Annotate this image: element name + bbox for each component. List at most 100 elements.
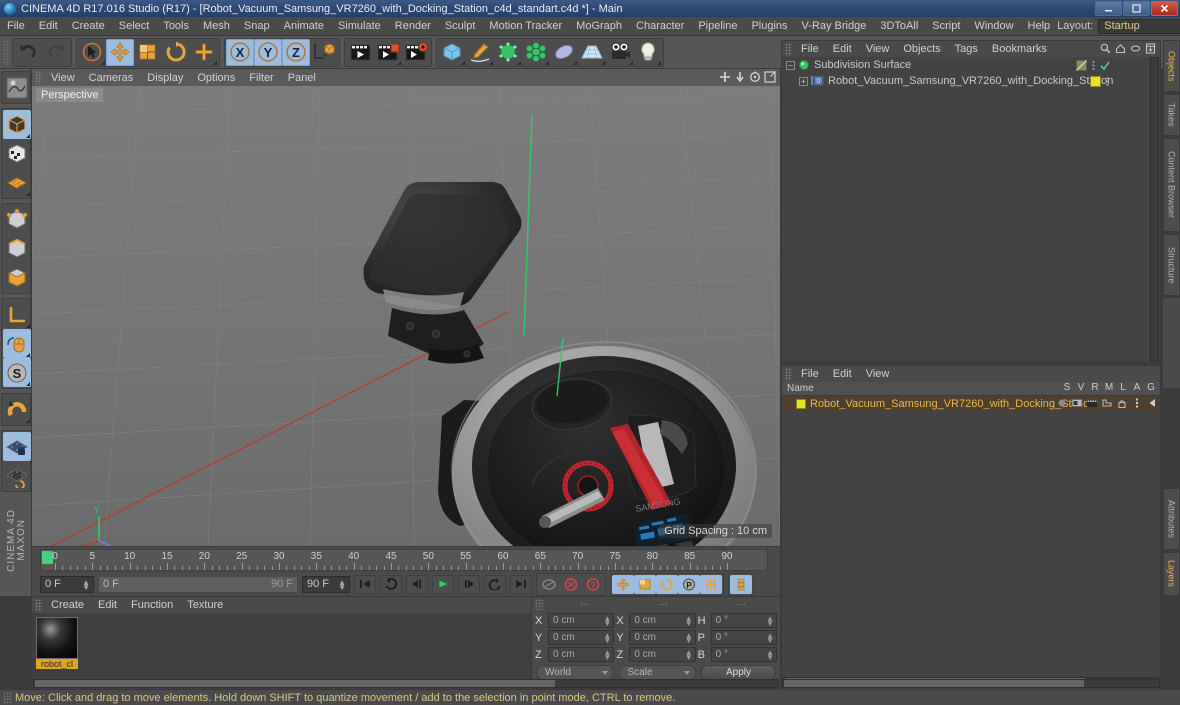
preview-range-slider[interactable]: 0 F 90 F xyxy=(98,575,298,593)
object-menu-view[interactable]: View xyxy=(859,41,897,57)
home-icon[interactable] xyxy=(1115,43,1126,54)
tab-layers[interactable]: Layers xyxy=(1163,552,1180,596)
cube-primitive-button[interactable] xyxy=(438,39,466,66)
spinner-icon[interactable]: ▲ ▼ xyxy=(766,649,774,662)
maximize-viewport-icon[interactable] xyxy=(764,71,776,83)
pan-icon[interactable] xyxy=(719,71,731,83)
bottom-horizontal-scrollbar[interactable] xyxy=(33,679,779,688)
menu-motion-tracker[interactable]: Motion Tracker xyxy=(482,18,569,34)
lock-flag-icon[interactable] xyxy=(1116,397,1128,409)
rotation-b-input[interactable]: 0 ° ▲ ▼ xyxy=(710,647,777,662)
orbit-icon[interactable] xyxy=(749,71,761,83)
nurbs-generator-button[interactable] xyxy=(494,39,522,66)
tab-content-browser[interactable]: Content Browser xyxy=(1163,138,1180,232)
menu-select[interactable]: Select xyxy=(112,18,157,34)
render-flag-icon[interactable] xyxy=(1086,397,1098,409)
material-manager-grip[interactable] xyxy=(35,598,42,612)
scrollbar-thumb[interactable] xyxy=(35,680,555,687)
layer-manager-grip[interactable] xyxy=(785,367,792,381)
menu-file[interactable]: File xyxy=(0,18,32,34)
menu-render[interactable]: Render xyxy=(388,18,438,34)
floor-environment-button[interactable] xyxy=(578,39,606,66)
rotation-p-input[interactable]: 0 ° ▲ ▼ xyxy=(710,630,777,645)
material-menu-create[interactable]: Create xyxy=(44,597,91,613)
tab-attributes[interactable]: Attributes xyxy=(1163,488,1180,550)
menu-mesh[interactable]: Mesh xyxy=(196,18,237,34)
undo-button[interactable] xyxy=(14,39,42,66)
search-icon[interactable] xyxy=(1100,43,1111,54)
play-button[interactable] xyxy=(432,574,454,594)
menu-pipeline[interactable]: Pipeline xyxy=(691,18,744,34)
scale-tool-button[interactable] xyxy=(134,39,162,66)
close-button[interactable] xyxy=(1151,1,1178,16)
size-x-input[interactable]: 0 cm ▲ ▼ xyxy=(629,613,696,628)
spinner-icon[interactable]: ▲ ▼ xyxy=(82,578,90,591)
object-menu-file[interactable]: File xyxy=(794,41,826,57)
size-y-input[interactable]: 0 cm ▲ ▼ xyxy=(629,630,696,645)
live-selection-tool-button[interactable] xyxy=(78,39,106,66)
workplane-mode-button[interactable] xyxy=(3,168,31,197)
menu-mograph[interactable]: MoGraph xyxy=(569,18,629,34)
spinner-icon[interactable]: ▲ ▼ xyxy=(685,615,693,628)
menu-create[interactable]: Create xyxy=(65,18,112,34)
maximize-button[interactable] xyxy=(1123,1,1150,16)
material-item[interactable]: robot_cl xyxy=(36,617,78,669)
previous-frame-button[interactable] xyxy=(406,574,428,594)
fit-icon[interactable] xyxy=(1145,43,1156,54)
visibility-check-icon[interactable] xyxy=(1100,60,1110,71)
menu-vray-bridge[interactable]: V-Ray Bridge xyxy=(795,18,874,34)
right-horizontal-scrollbar[interactable] xyxy=(782,679,1160,688)
tab-takes[interactable]: Takes xyxy=(1163,94,1180,136)
layer-manager-list[interactable]: Robot_Vacuum_Samsung_VR7260_with_Docking… xyxy=(782,396,1160,689)
toolbar-grip[interactable] xyxy=(3,39,10,65)
layer-menu-file[interactable]: File xyxy=(794,366,826,382)
make-editable-button[interactable] xyxy=(3,73,31,102)
viewport-menu-options[interactable]: Options xyxy=(190,71,242,85)
layer-row[interactable]: Robot_Vacuum_Samsung_VR7260_with_Docking… xyxy=(782,396,1160,411)
points-mode-button[interactable] xyxy=(3,205,31,234)
position-y-input[interactable]: 0 cm ▲ ▼ xyxy=(548,630,615,645)
menu-script[interactable]: Script xyxy=(925,18,967,34)
spline-pen-button[interactable] xyxy=(466,39,494,66)
object-menu-edit[interactable]: Edit xyxy=(826,41,859,57)
scale-key-toggle[interactable] xyxy=(634,574,656,594)
deformer-button[interactable] xyxy=(550,39,578,66)
menu-tools[interactable]: Tools xyxy=(156,18,196,34)
autokey-button[interactable] xyxy=(538,575,560,594)
tab-structure[interactable]: Structure xyxy=(1163,234,1180,296)
render-settings-button[interactable] xyxy=(402,39,430,66)
menu-simulate[interactable]: Simulate xyxy=(331,18,388,34)
minus-icon[interactable] xyxy=(1130,43,1141,54)
layer-menu-edit[interactable]: Edit xyxy=(826,366,859,382)
viewport-canvas[interactable]: SAMSUNG Y X Z Perspective Grid Spaci xyxy=(32,86,780,546)
go-to-start-button[interactable] xyxy=(354,574,376,594)
spinner-icon[interactable]: ▲ ▼ xyxy=(338,578,346,591)
generator-flag-icon[interactable] xyxy=(1146,397,1158,409)
spinner-icon[interactable]: ▲ ▼ xyxy=(766,615,774,628)
coordinates-grip[interactable] xyxy=(535,599,543,610)
array-generator-button[interactable] xyxy=(522,39,550,66)
render-view-button[interactable] xyxy=(346,39,374,66)
material-manager-body[interactable]: robot_cl xyxy=(32,613,531,689)
position-x-input[interactable]: 0 cm ▲ ▼ xyxy=(548,613,615,628)
world-object-coordinates-button[interactable] xyxy=(310,39,338,66)
position-key-toggle[interactable] xyxy=(612,574,634,594)
object-row-subdivision-surface[interactable]: – Subdivision Surface xyxy=(782,57,1160,73)
rotation-key-toggle[interactable] xyxy=(656,574,678,594)
soft-selection-button[interactable]: S xyxy=(2,358,31,387)
spinner-icon[interactable]: ▲ ▼ xyxy=(766,632,774,645)
record-button[interactable] xyxy=(560,575,582,594)
viewport-menu-filter[interactable]: Filter xyxy=(242,71,280,85)
texture-mode-button[interactable] xyxy=(3,139,31,168)
keyframe-selection-button[interactable]: ? xyxy=(582,575,604,594)
material-menu-edit[interactable]: Edit xyxy=(91,597,124,613)
menu-plugins[interactable]: Plugins xyxy=(744,18,794,34)
layer-color-swatch[interactable] xyxy=(1090,75,1101,87)
rotate-tool-button[interactable] xyxy=(162,39,190,66)
scrollbar-thumb[interactable] xyxy=(784,680,1084,687)
object-manager-grip[interactable] xyxy=(785,42,792,56)
current-frame-field[interactable]: 0 F ▲ ▼ xyxy=(40,575,94,593)
timeline-ruler[interactable]: 0 5 10 15 20 25 30 35 40 45 50 55 60 65 70 75 80 85 90 xyxy=(40,549,768,571)
visibility-flag-icon[interactable] xyxy=(1071,397,1083,409)
size-z-input[interactable]: 0 cm ▲ ▼ xyxy=(629,647,696,662)
